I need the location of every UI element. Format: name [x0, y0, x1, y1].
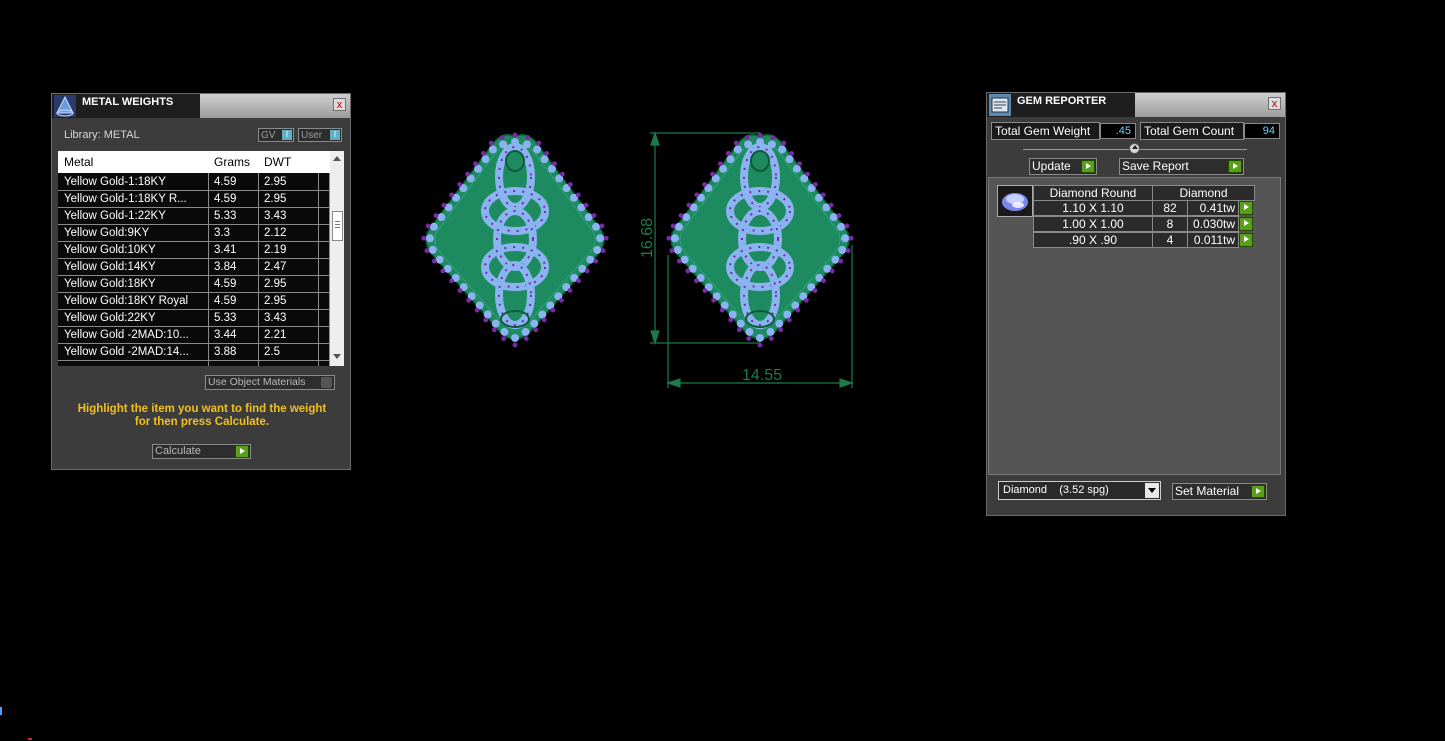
- gem-row-weight: 0.030tw: [1187, 216, 1239, 232]
- gem-reporter-title: GEM REPORTER: [1017, 95, 1107, 107]
- corner-marker-red: [28, 738, 32, 740]
- width-dimension-label: 14.55: [742, 367, 782, 384]
- gem-row-size: .90 X .90: [1033, 232, 1153, 248]
- gem-row-weight: 0.011tw: [1187, 232, 1239, 248]
- gem-row-count: 82: [1152, 200, 1188, 216]
- total-gem-weight-value: .45: [1100, 123, 1136, 139]
- save-report-play-icon: [1228, 160, 1242, 173]
- material-select[interactable]: Diamond (3.52 spg): [998, 481, 1161, 500]
- gem-report-area: Diamond Round Diamond 1.10 X 1.10 82 0.41t…: [988, 177, 1281, 475]
- material-select-value: Diamond (3.52 spg): [1003, 484, 1109, 496]
- update-label: Update: [1032, 159, 1071, 173]
- update-play-icon: [1081, 160, 1095, 173]
- earring-1: [421, 132, 609, 348]
- corner-marker: [0, 707, 2, 715]
- diamond-icon: [1002, 193, 1028, 211]
- gem-material-header: Diamond: [1152, 185, 1255, 201]
- gem-row-count: 4: [1152, 232, 1188, 248]
- height-dimension-label: 16.68: [639, 218, 656, 258]
- gem-row-size: 1.00 X 1.00: [1033, 216, 1153, 232]
- set-material-play-icon: [1251, 485, 1265, 498]
- update-button[interactable]: Update: [1029, 158, 1097, 175]
- chevron-down-icon[interactable]: [1145, 483, 1159, 498]
- save-report-label: Save Report: [1122, 159, 1189, 173]
- total-gem-count-label: Total Gem Count: [1140, 122, 1244, 140]
- diamond-thumbnail[interactable]: [997, 185, 1033, 217]
- gem-shape-header: Diamond Round: [1033, 185, 1153, 201]
- total-gem-count-value: 94: [1244, 123, 1280, 139]
- gem-reporter-close-icon[interactable]: x: [1268, 97, 1281, 110]
- earring-2: [666, 132, 854, 348]
- total-gem-weight-label: Total Gem Weight: [991, 122, 1100, 140]
- gem-row-size: 1.10 X 1.10: [1033, 200, 1153, 216]
- gem-row-weight: 0.41tw: [1187, 200, 1239, 216]
- collapse-icon[interactable]: [1129, 143, 1140, 154]
- gem-row-select-icon[interactable]: [1239, 233, 1253, 247]
- gem-reporter-app-icon: [989, 94, 1011, 116]
- gem-row-count: 8: [1152, 216, 1188, 232]
- gem-row-select-icon[interactable]: [1239, 201, 1253, 215]
- gem-row-select-icon[interactable]: [1239, 217, 1253, 231]
- save-report-button[interactable]: Save Report: [1119, 158, 1244, 175]
- gem-reporter-titlebar[interactable]: GEM REPORTER x: [987, 93, 1285, 117]
- gem-reporter-panel: GEM REPORTER x Total Gem Weight .45 Tota…: [986, 92, 1286, 516]
- set-material-button[interactable]: Set Material: [1172, 483, 1267, 500]
- set-material-label: Set Material: [1175, 484, 1240, 498]
